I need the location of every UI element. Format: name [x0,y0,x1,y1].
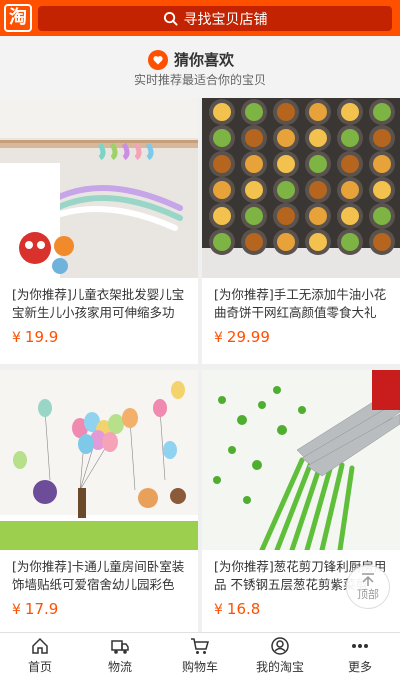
truck-icon [111,639,129,654]
cart-icon [191,637,209,654]
product-price: ¥19.9 [0,322,198,352]
currency-symbol: ¥ [12,602,21,618]
recommend-title-row: 猜你喜欢 [148,49,234,70]
product-price: ¥29.99 [202,322,400,352]
currency-symbol: ¥ [214,330,223,346]
taobao-logo[interactable]: 淘 [0,0,36,36]
recommend-subtitle: 实时推荐最适合你的宝贝 [133,73,266,87]
heart-icon [148,49,168,70]
home-icon [32,637,48,654]
tab-home[interactable]: 首页 [0,633,80,677]
product-image[interactable] [0,370,198,550]
price-value: 19.9 [24,328,59,346]
product-card[interactable]: [为你推荐]卡通儿童房间卧室装饰墙贴纸可爱宿舍幼儿园彩色气球 ¥17.9 [0,370,198,632]
currency-symbol: ¥ [12,330,21,346]
more-icon [352,643,368,648]
tab-label: 更多 [347,659,372,674]
product-image[interactable] [0,98,198,278]
product-card[interactable]: [为你推荐]儿童衣架批发婴儿宝宝新生儿小孩家用可伸缩多功能 ¥19.9 [0,98,198,364]
tab-label: 首页 [27,659,52,674]
search-placeholder: 寻找宝贝店铺 [183,11,268,28]
top-bar: 淘 寻找宝贝店铺 [0,0,400,36]
price-value: 17.9 [24,600,59,618]
tab-more[interactable]: 更多 [320,633,400,677]
product-image[interactable] [202,98,400,278]
price-value: 16.8 [226,600,261,618]
arrow-up-icon [362,573,374,586]
tab-logistics[interactable]: 物流 [80,633,160,677]
search-bar[interactable]: 寻找宝贝店铺 [38,6,392,31]
recommend-header: 猜你喜欢 实时推荐最适合你的宝贝 [0,36,400,98]
tab-my-taobao[interactable]: 我的淘宝 [240,633,320,677]
search-icon [163,11,178,26]
logo-text: 淘 [4,4,32,32]
tab-label: 我的淘宝 [255,659,304,674]
tab-label: 物流 [107,659,132,674]
product-title[interactable]: [为你推荐]卡通儿童房间卧室装饰墙贴纸可爱宿舍幼儿园彩色气球 [0,550,198,594]
product-image[interactable] [202,370,400,550]
tab-label: 购物车 [181,659,218,674]
product-title[interactable]: [为你推荐]儿童衣架批发婴儿宝宝新生儿小孩家用可伸缩多功能 [0,278,198,322]
user-icon [271,636,289,655]
tab-cart[interactable]: 购物车 [160,633,240,677]
bottom-tab-bar: 首页 物流 购物车 我的淘宝 更多 [0,632,400,677]
product-price: ¥17.9 [0,594,198,624]
product-card[interactable]: [为你推荐]手工无添加牛油小花曲奇饼干网红高颜值零食大礼包 ¥29.99 [202,98,400,364]
back-to-top-label: 顶部 [357,588,379,601]
back-to-top-button[interactable]: 顶部 [346,565,390,609]
product-title[interactable]: [为你推荐]手工无添加牛油小花曲奇饼干网红高颜值零食大礼包 [202,278,400,322]
currency-symbol: ¥ [214,602,223,618]
recommend-title: 猜你喜欢 [174,51,235,69]
price-value: 29.99 [226,328,270,346]
